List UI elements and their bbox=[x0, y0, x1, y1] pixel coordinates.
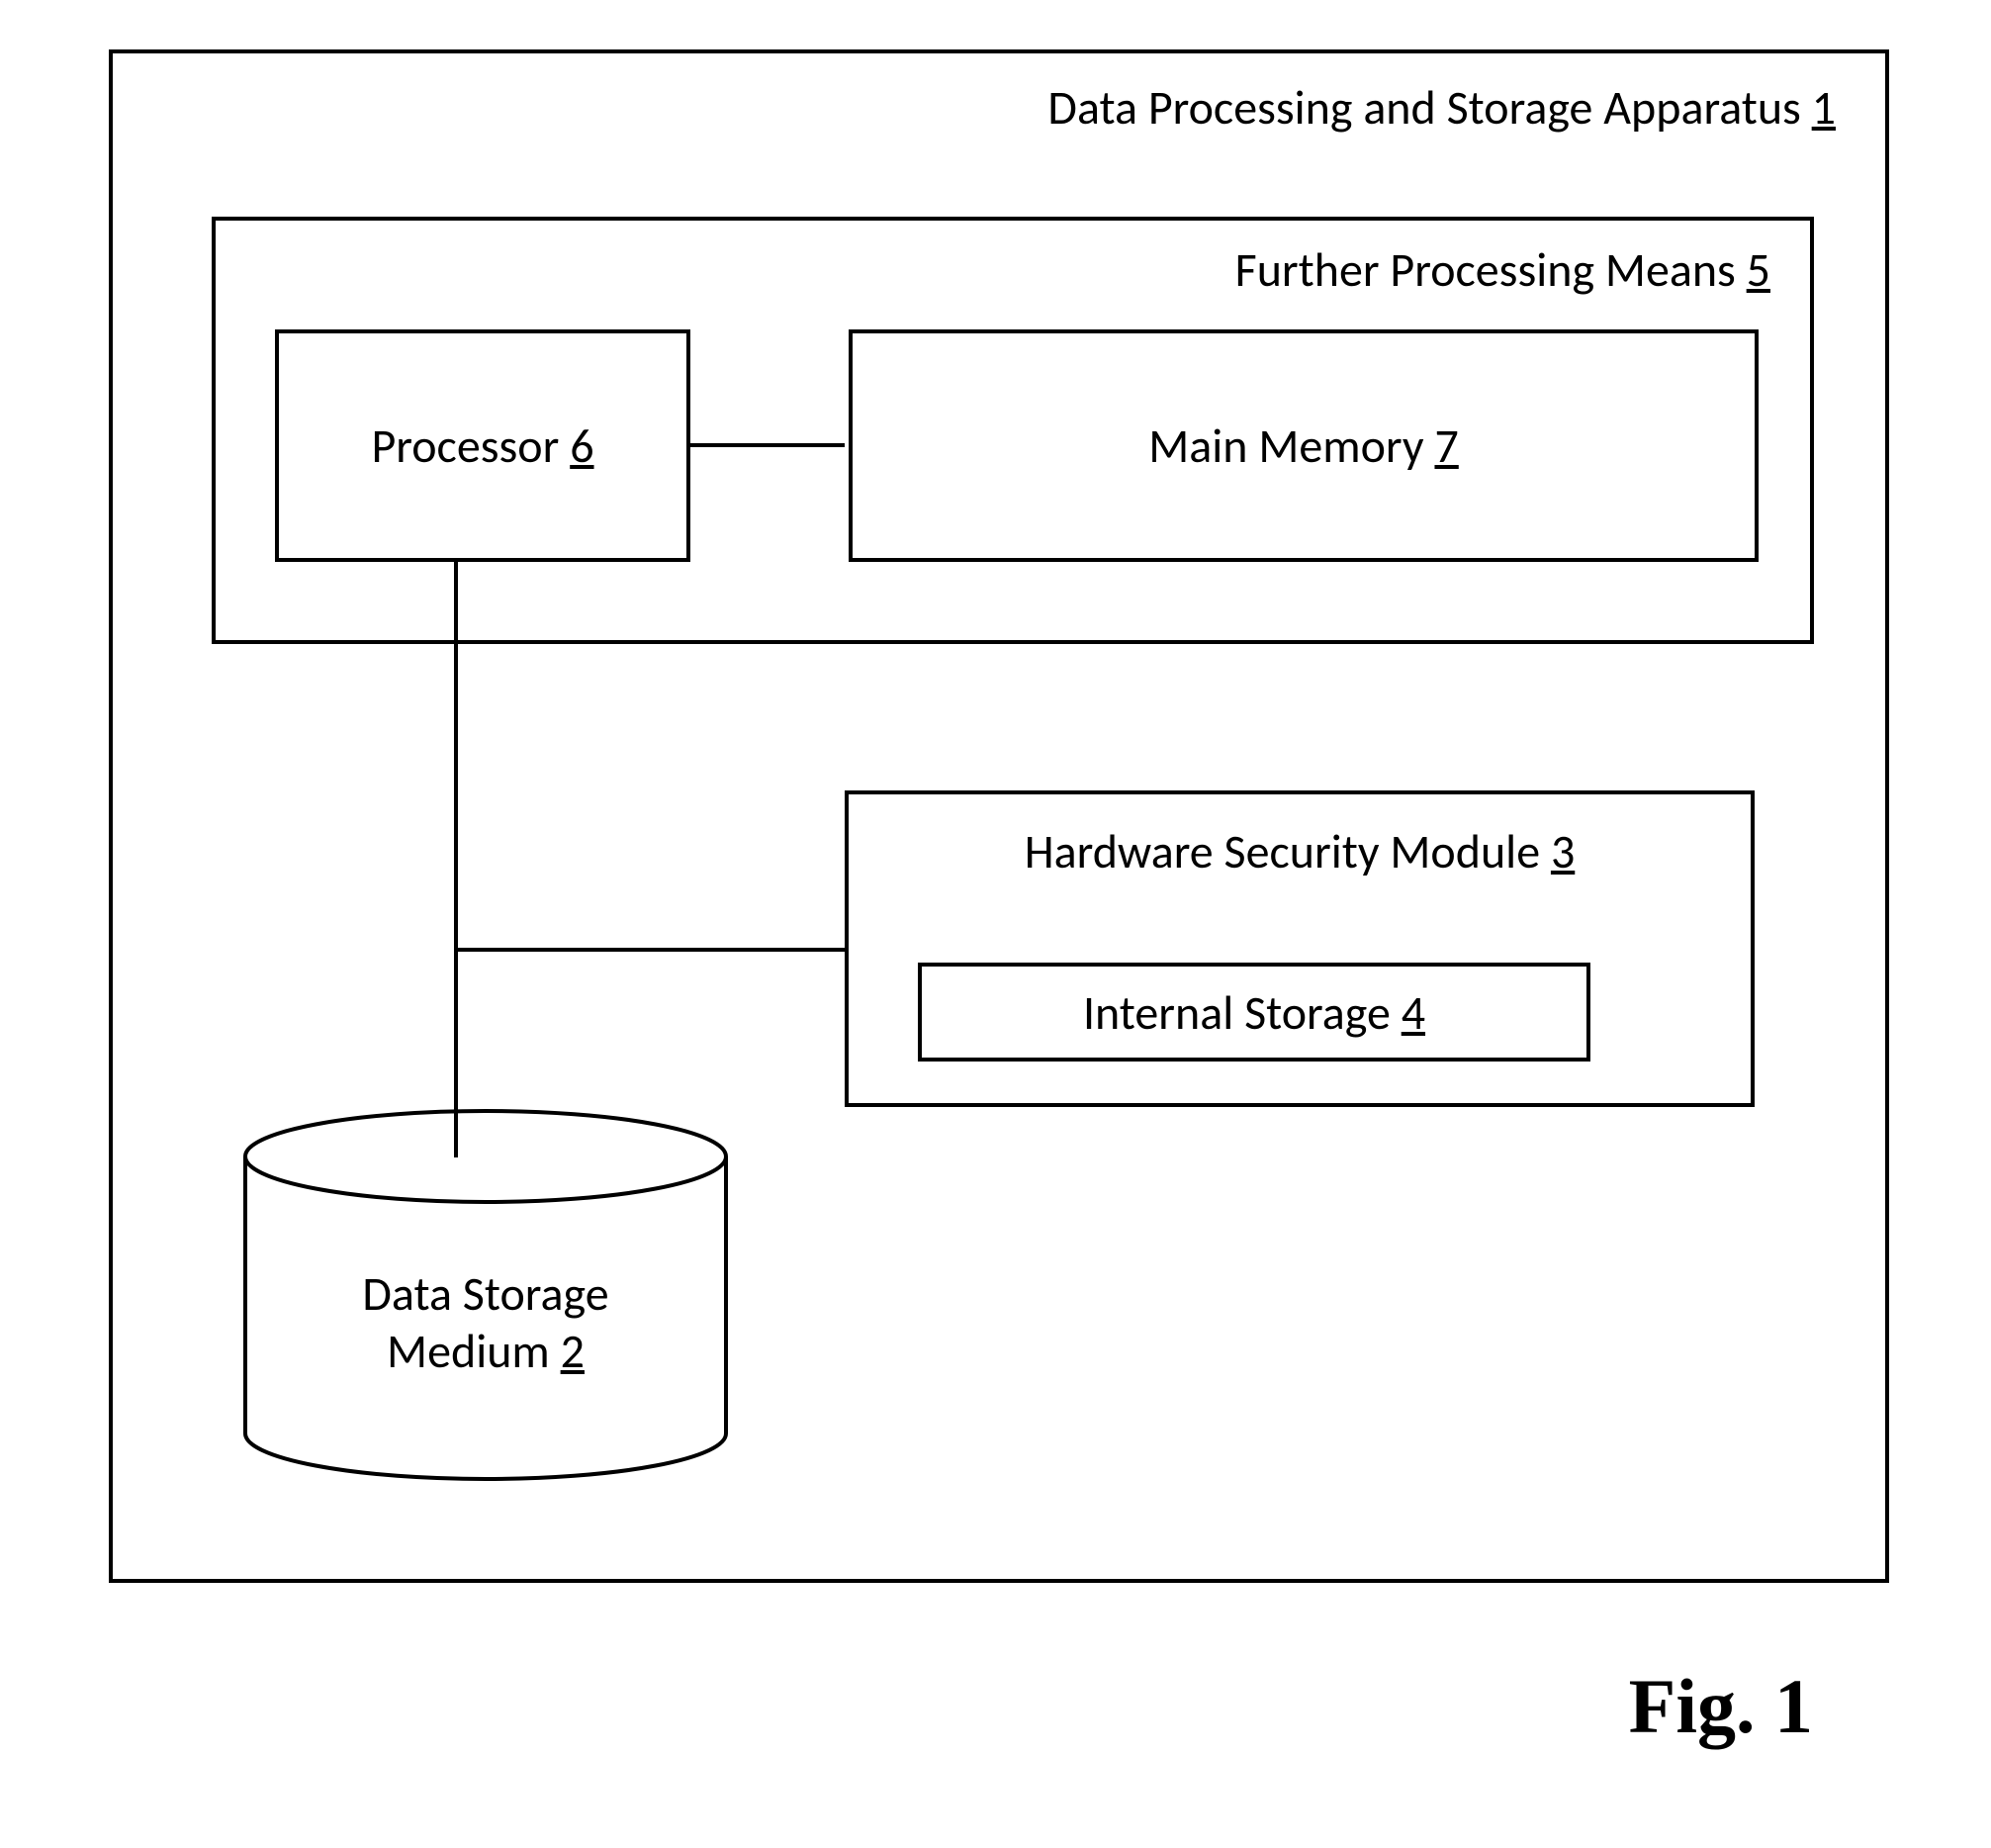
further-processing-title: Further Processing Means 5 bbox=[1235, 240, 1770, 299]
main-memory-box: Main Memory 7 bbox=[849, 329, 1759, 562]
internal-storage-text: Internal Storage bbox=[1083, 983, 1402, 1042]
outer-label-text: Data Processing and Storage Apparatus bbox=[1047, 78, 1811, 137]
further-label-num: 5 bbox=[1747, 240, 1770, 299]
data-storage-cylinder: Data Storage Medium 2 bbox=[241, 1107, 730, 1483]
hsm-label-text: Hardware Security Module bbox=[1025, 822, 1551, 880]
processor-label-text: Processor bbox=[371, 416, 570, 475]
data-storage-line2: Medium bbox=[387, 1322, 561, 1380]
outer-apparatus-title: Data Processing and Storage Apparatus 1 bbox=[1047, 78, 1836, 137]
further-label-text: Further Processing Means bbox=[1235, 240, 1747, 299]
connector-to-hsm bbox=[458, 948, 845, 952]
diagram-container: Data Processing and Storage Apparatus 1 … bbox=[109, 49, 1889, 1583]
data-storage-num: 2 bbox=[561, 1322, 585, 1380]
processor-label: Processor 6 bbox=[371, 416, 593, 475]
hsm-box: Hardware Security Module 3 Internal Stor… bbox=[845, 790, 1755, 1107]
outer-apparatus-box: Data Processing and Storage Apparatus 1 … bbox=[109, 49, 1889, 1583]
memory-label-num: 7 bbox=[1434, 416, 1458, 475]
connector-processor-memory bbox=[690, 443, 845, 447]
figure-label: Fig. 1 bbox=[1629, 1662, 1813, 1751]
memory-label-text: Main Memory bbox=[1148, 416, 1434, 475]
outer-label-num: 1 bbox=[1812, 78, 1836, 137]
internal-storage-box: Internal Storage 4 bbox=[918, 963, 1590, 1062]
connector-processor-down bbox=[454, 560, 458, 1157]
internal-storage-num: 4 bbox=[1402, 983, 1425, 1042]
processor-box: Processor 6 bbox=[275, 329, 690, 562]
processor-label-num: 6 bbox=[570, 416, 593, 475]
memory-label: Main Memory 7 bbox=[1148, 416, 1459, 475]
data-storage-line1: Data Storage bbox=[362, 1264, 608, 1323]
hsm-title: Hardware Security Module 3 bbox=[849, 822, 1751, 880]
further-processing-box: Further Processing Means 5 Processor 6 M… bbox=[212, 217, 1814, 644]
data-storage-label: Data Storage Medium 2 bbox=[241, 1265, 730, 1379]
hsm-label-num: 3 bbox=[1551, 822, 1575, 880]
internal-storage-label: Internal Storage 4 bbox=[1083, 983, 1425, 1042]
